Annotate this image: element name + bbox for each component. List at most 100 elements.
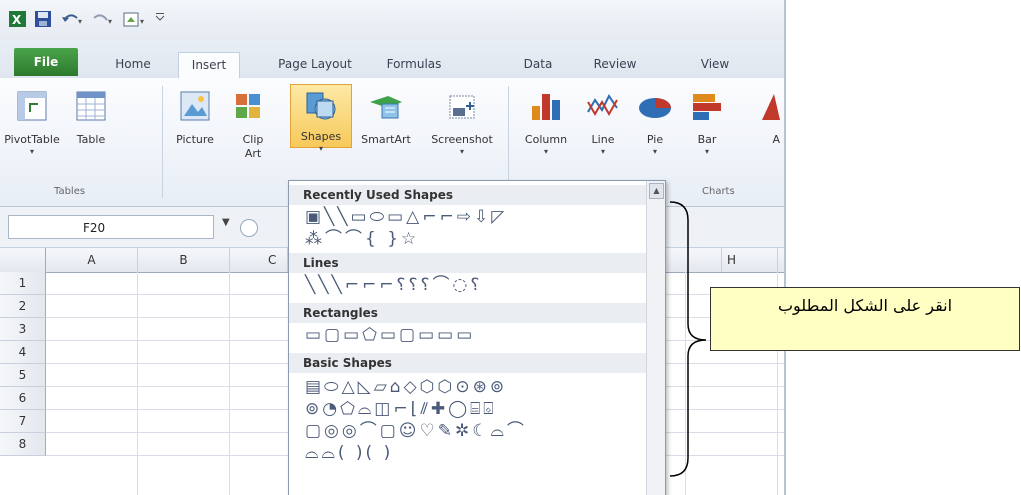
area-chart-icon [762,94,780,120]
pivottable-label: PivotTable [4,133,60,146]
table-label: Table [76,133,106,146]
pie-chart-icon [639,98,671,118]
name-box[interactable]: F20 [8,215,214,239]
pivottable-dropdown-icon: ▾ [29,147,34,156]
pie-chart-label: Pie [646,133,664,146]
bar-chart-label: Bar [697,133,717,146]
column-chart-label: Column [524,133,568,146]
line-chart-label: Line [591,133,615,146]
shape-row-recent[interactable]: ▣╲╲▭⬭▭△⌐⌐⇨⇩◸ [305,207,507,227]
tab-data[interactable]: Data [516,52,560,78]
picture-icon [180,91,210,121]
shape-row-basic[interactable]: ▢◎◎⌒▢☺♡✎✲☾⌓⌒ [305,421,527,441]
screenshot-label: Screenshot [431,133,493,146]
shape-row-basic[interactable]: ⌓⌓( )( ) [305,443,393,463]
bar-dropdown-icon: ▾ [704,147,709,156]
tab-review[interactable]: Review [584,52,646,78]
smartart-label: SmartArt [361,133,411,146]
smartart-icon [370,96,402,119]
pivottable-button[interactable]: PivotTable ▾ [0,88,64,157]
group-label-tables: Tables [54,186,86,197]
column-dropdown-icon: ▾ [543,147,548,156]
shape-row-lines[interactable]: ╲╲╲⌐⌐⌐⸮⸮⸮⌒◌⸮ [305,275,482,295]
column-chart-button[interactable]: Column ▾ [518,88,574,157]
row-header[interactable]: 7 [0,410,46,433]
shapes-icon [306,92,336,120]
line-chart-icon [587,94,618,116]
picture-button[interactable]: Picture [170,88,220,147]
row-header[interactable]: 8 [0,433,46,456]
shape-row-basic[interactable]: ▤⬭△◺▱⌂◇⬡⬡⊙⊛⊚ [305,377,507,397]
bar-chart-icon [693,94,721,120]
screenshot-button[interactable]: Screenshot ▾ [422,88,502,157]
table-icon [76,91,106,121]
shape-row-recent[interactable]: ⁂⌒⌒{ }☆ [305,229,419,249]
name-box-dropdown-icon[interactable]: ▼ [222,217,230,228]
curly-brace [669,201,707,477]
bar-chart-button[interactable]: Bar ▾ [684,88,730,157]
gridline [229,272,230,495]
tab-insert[interactable]: Insert [178,52,240,80]
table-button[interactable]: Table [66,88,116,147]
clip-art-icon [236,94,260,118]
row-header[interactable]: 1 [0,272,46,295]
screenshot-dropdown-icon: ▾ [459,147,464,156]
section-lines: Lines [289,253,647,273]
save-icon[interactable] [34,10,52,28]
column-header-a[interactable]: A [46,248,138,272]
column-header-c[interactable]: C [230,248,288,272]
select-all-corner[interactable] [0,248,46,272]
undo-icon[interactable]: ▾ [60,10,84,28]
row-header[interactable]: 3 [0,318,46,341]
line-chart-button[interactable]: Line ▾ [580,88,626,157]
gridline [137,272,138,495]
tab-formulas[interactable]: Formulas [378,52,450,78]
shapes-dropdown-icon: ▾ [318,144,323,153]
area-chart-label: A [772,133,780,146]
svg-text:▾: ▾ [108,17,112,26]
shapes-label: Shapes [300,130,342,143]
screenshot-icon [449,95,475,119]
pie-dropdown-icon: ▾ [652,147,657,156]
line-dropdown-icon: ▾ [600,147,605,156]
row-header[interactable]: 4 [0,341,46,364]
svg-text:▾: ▾ [78,17,82,26]
print-preview-icon[interactable]: ▾ [122,10,152,28]
shapes-button[interactable]: Shapes ▾ [290,84,352,153]
picture-label: Picture [176,133,214,146]
formula-cancel-icon[interactable] [240,219,258,237]
row-header[interactable]: 2 [0,295,46,318]
row-header[interactable]: 5 [0,364,46,387]
shape-row-basic[interactable]: ⊚◔⬠⌓◫⌐⌊⫽✚◯⌸⌺ [305,399,497,419]
svg-text:X: X [12,13,22,27]
area-chart-button[interactable]: A [738,88,784,147]
shape-row-rectangles[interactable]: ▭▢▭⬠▭▢▭▭▭ [305,325,475,345]
column-header-b[interactable]: B [138,248,230,272]
section-recently-used-shapes: Recently Used Shapes [289,185,647,205]
ribbon-tabs: File Home Insert Page Layout Formulas Da… [0,40,784,80]
section-rectangles: Rectangles [289,303,647,323]
column-chart-icon [532,94,560,120]
quick-access-toolbar: X ▾ ▾ ▾ [0,0,784,40]
row-header[interactable]: 6 [0,387,46,410]
customize-qat-icon[interactable] [154,10,166,28]
smartart-button[interactable]: SmartArt [354,88,418,147]
redo-icon[interactable]: ▾ [90,10,114,28]
tab-home[interactable]: Home [106,52,160,78]
svg-text:▾: ▾ [140,17,144,26]
group-label-charts: Charts [702,186,735,197]
shapes-gallery-dropdown: Recently Used Shapes ▣╲╲▭⬭▭△⌐⌐⇨⇩◸ ⁂⌒⌒{ }… [288,180,666,495]
clip-art-button[interactable]: Clip Art [228,88,268,161]
group-separator [162,86,163,198]
pie-chart-button[interactable]: Pie ▾ [632,88,678,157]
pivottable-icon [17,91,47,121]
clip-art-label: Clip Art [242,133,264,160]
scroll-up-icon[interactable]: ▲ [649,183,664,199]
excel-logo-icon: X [9,11,26,27]
section-basic-shapes: Basic Shapes [289,353,647,373]
gallery-scrollbar[interactable]: ▲ [646,181,665,495]
tab-view[interactable]: View [690,52,740,78]
tab-page-layout[interactable]: Page Layout [272,52,358,78]
callout-box: انقر على الشكل المطلوب [710,287,1020,351]
tab-file[interactable]: File [14,48,78,76]
